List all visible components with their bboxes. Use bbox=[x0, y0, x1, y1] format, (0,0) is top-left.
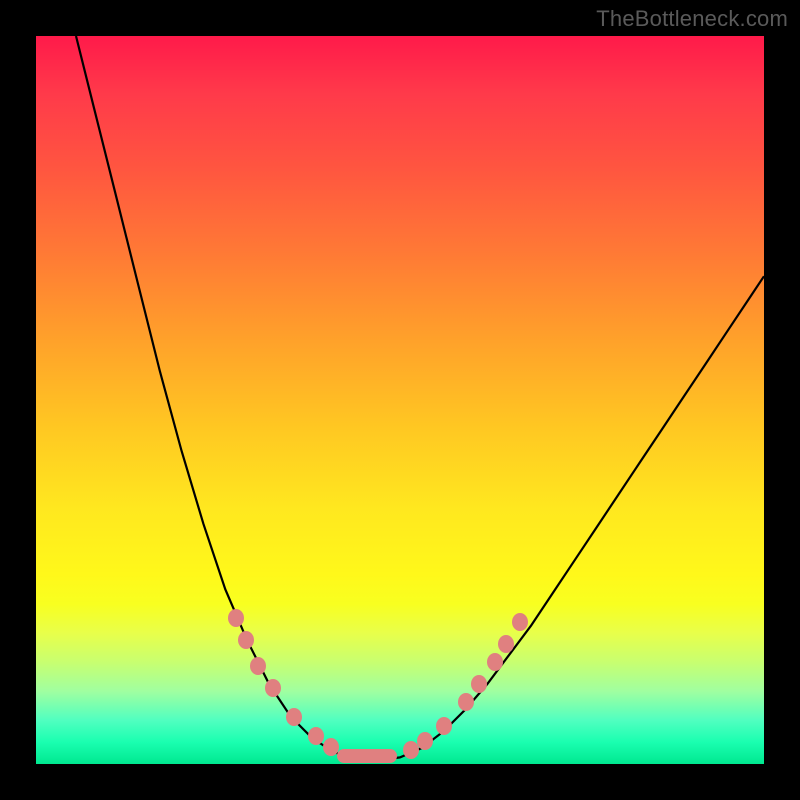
marker-dot bbox=[337, 749, 397, 763]
marker-dot bbox=[323, 738, 339, 756]
chart-plot-area bbox=[36, 36, 764, 764]
marker-dot bbox=[403, 741, 419, 759]
marker-dot bbox=[471, 675, 487, 693]
marker-dot bbox=[308, 727, 324, 745]
bottleneck-curve bbox=[36, 36, 764, 764]
marker-dot bbox=[498, 635, 514, 653]
marker-dot bbox=[458, 693, 474, 711]
marker-dot bbox=[228, 609, 244, 627]
watermark-text: TheBottleneck.com bbox=[596, 6, 788, 32]
marker-dot bbox=[238, 631, 254, 649]
marker-dot bbox=[265, 679, 281, 697]
marker-dot bbox=[417, 732, 433, 750]
marker-dot bbox=[487, 653, 503, 671]
marker-dot bbox=[512, 613, 528, 631]
marker-dot bbox=[436, 717, 452, 735]
marker-dot bbox=[250, 657, 266, 675]
marker-dot bbox=[286, 708, 302, 726]
